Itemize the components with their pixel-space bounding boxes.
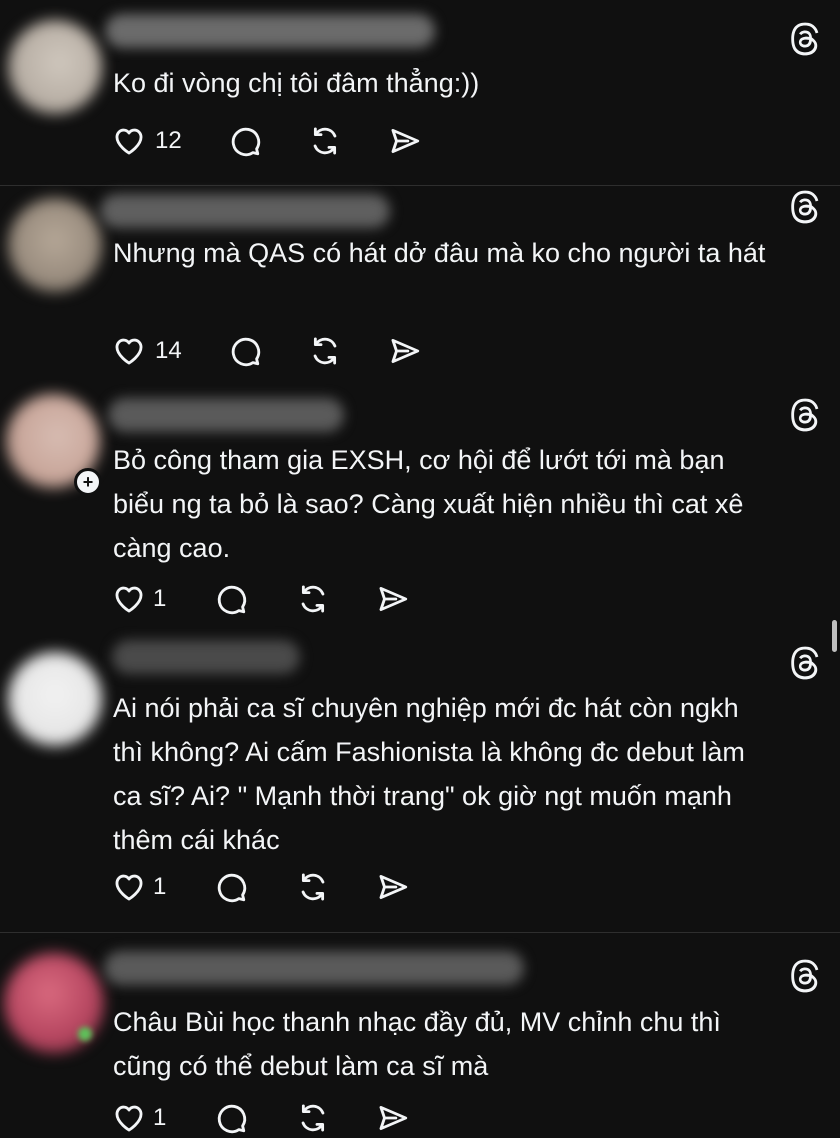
scrollbar[interactable]	[832, 620, 837, 652]
post-item-2[interactable]: Nhưng mà QAS có hát dở đâu mà ko cho ngư…	[0, 186, 840, 376]
comment-button[interactable]	[228, 334, 262, 368]
comment-button[interactable]	[228, 124, 262, 158]
username-blurred[interactable]	[112, 640, 300, 674]
username-blurred[interactable]	[108, 398, 344, 432]
comment-icon	[228, 334, 262, 368]
share-button[interactable]	[376, 582, 410, 616]
repost-button[interactable]	[308, 334, 342, 368]
like-count: 1	[153, 1104, 167, 1131]
username-blurred[interactable]	[104, 951, 524, 985]
post-item-3[interactable]: + Bỏ công tham gia EXSH, cơ hội để lướt …	[0, 376, 840, 634]
post-item-4[interactable]: Ai nói phải ca sĩ chuyên nghiệp mới đc h…	[0, 634, 840, 932]
like-button[interactable]	[112, 334, 146, 368]
comment-button[interactable]	[214, 582, 248, 616]
avatar[interactable]	[8, 198, 102, 292]
repost-icon	[296, 870, 330, 904]
comment-button[interactable]	[214, 870, 248, 904]
share-button[interactable]	[388, 124, 422, 158]
share-icon	[388, 334, 422, 368]
heart-icon	[112, 1101, 146, 1135]
share-icon	[376, 870, 410, 904]
like-count: 12	[155, 127, 182, 154]
share-icon	[376, 1101, 410, 1135]
post-text: Ko đi vòng chị tôi đâm thẳng:))	[113, 68, 480, 98]
post-text: Bỏ công tham gia EXSH, cơ hội để lướt tớ…	[113, 445, 744, 563]
like-count: 14	[155, 337, 182, 364]
heart-icon	[112, 124, 146, 158]
repost-button[interactable]	[308, 124, 342, 158]
threads-logo-icon	[788, 398, 822, 432]
add-follow-icon[interactable]: +	[74, 468, 102, 496]
like-button[interactable]	[112, 124, 146, 158]
threads-logo-icon	[788, 22, 822, 56]
comment-icon	[228, 124, 262, 158]
threads-logo-icon	[788, 646, 822, 680]
repost-icon	[308, 334, 342, 368]
post-text: Ai nói phải ca sĩ chuyên nghiệp mới đc h…	[113, 693, 745, 855]
threads-logo-icon	[788, 959, 822, 993]
repost-icon	[296, 1101, 330, 1135]
heart-icon	[112, 582, 146, 616]
comment-icon	[214, 1101, 248, 1135]
share-icon	[388, 124, 422, 158]
comment-button[interactable]	[214, 1101, 248, 1135]
share-icon	[376, 582, 410, 616]
like-count: 1	[153, 585, 167, 612]
avatar[interactable]	[8, 20, 102, 114]
like-count: 1	[153, 873, 167, 900]
username-blurred[interactable]	[100, 194, 390, 228]
repost-button[interactable]	[296, 582, 330, 616]
repost-button[interactable]	[296, 1101, 330, 1135]
repost-button[interactable]	[296, 870, 330, 904]
share-button[interactable]	[388, 334, 422, 368]
comment-icon	[214, 870, 248, 904]
repost-icon	[296, 582, 330, 616]
repost-icon	[308, 124, 342, 158]
like-button[interactable]	[112, 870, 146, 904]
post-text: Nhưng mà QAS có hát dở đâu mà ko cho ngư…	[113, 238, 766, 268]
username-blurred[interactable]	[105, 14, 435, 48]
threads-logo-icon	[788, 190, 822, 224]
heart-icon	[112, 334, 146, 368]
like-button[interactable]	[112, 582, 146, 616]
heart-icon	[112, 870, 146, 904]
avatar[interactable]	[8, 652, 102, 746]
avatar-accent	[78, 1027, 92, 1041]
share-button[interactable]	[376, 870, 410, 904]
post-item-1[interactable]: Ko đi vòng chị tôi đâm thẳng:)) 12	[0, 0, 840, 185]
like-button[interactable]	[112, 1101, 146, 1135]
post-text: Châu Bùi học thanh nhạc đầy đủ, MV chỉnh…	[113, 1007, 721, 1081]
post-item-5[interactable]: Châu Bùi học thanh nhạc đầy đủ, MV chỉnh…	[0, 933, 840, 1138]
comment-icon	[214, 582, 248, 616]
share-button[interactable]	[376, 1101, 410, 1135]
